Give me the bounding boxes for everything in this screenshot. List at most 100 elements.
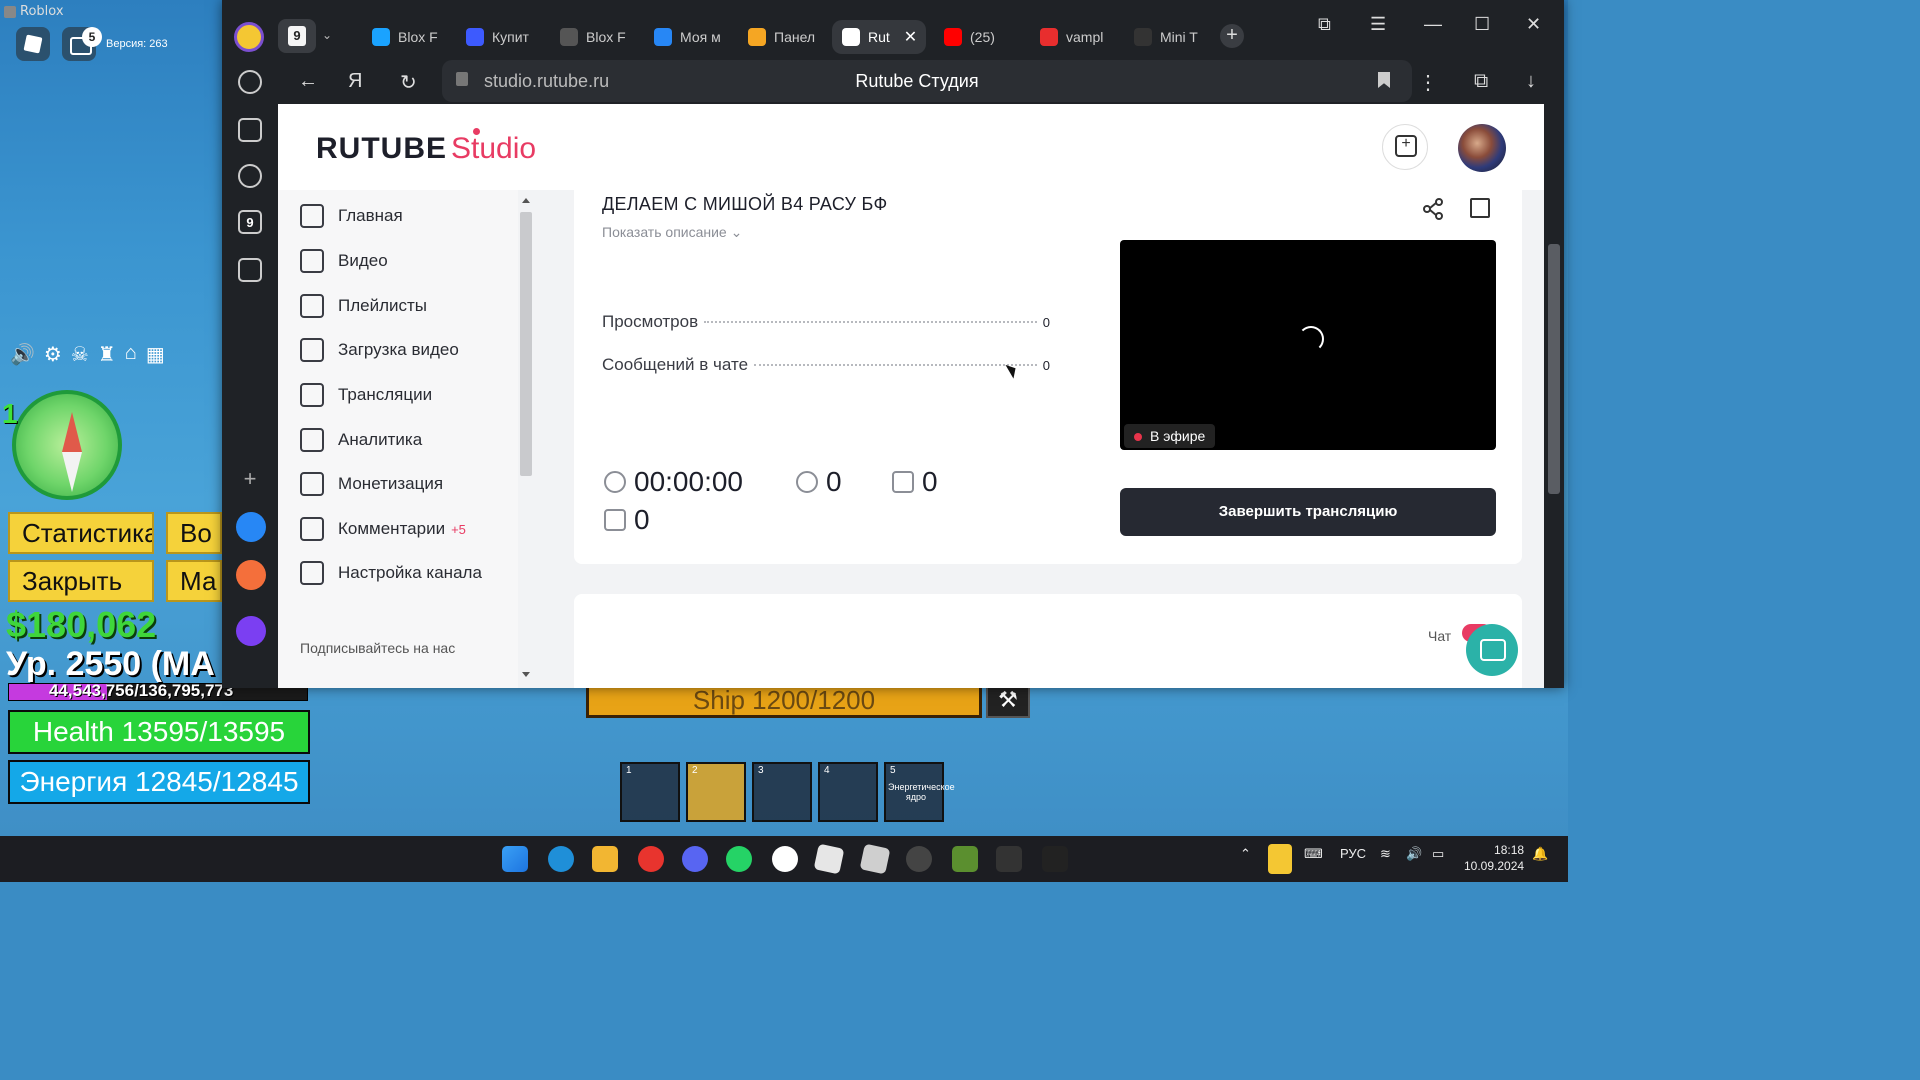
stats-button[interactable]: Статистика	[8, 512, 154, 554]
nav-item-monetization[interactable]: Монетизация	[300, 468, 443, 500]
share-icon[interactable]	[1422, 198, 1444, 220]
wifi-icon[interactable]: ≋	[1380, 846, 1391, 862]
chevron-up-icon[interactable]: ⌃	[1240, 846, 1251, 862]
nav-scrollbar[interactable]	[518, 198, 534, 684]
roblox-icon[interactable]	[813, 843, 845, 875]
coin-icon	[300, 472, 324, 496]
compass-needle-north	[62, 412, 82, 452]
nav-item-streams[interactable]: Трансляции	[300, 379, 432, 411]
clock[interactable]: 18:18 10.09.2024	[1464, 842, 1524, 874]
tab[interactable]: (25)	[934, 20, 1020, 54]
close-button[interactable]: Закрыть	[8, 560, 154, 602]
add-icon[interactable]: +	[238, 468, 262, 492]
gift-icon[interactable]: ▦	[146, 342, 165, 367]
profile-avatar[interactable]	[234, 22, 264, 52]
language-indicator[interactable]: РУС	[1340, 846, 1366, 861]
sound-icon[interactable]: 🔊	[10, 342, 35, 367]
battery-icon[interactable]: ▭	[1432, 846, 1444, 862]
game-version: Версия: 263	[106, 38, 168, 50]
mail-icon[interactable]	[236, 560, 266, 590]
compass-level: 1	[2, 398, 18, 429]
yandex-icon[interactable]: Я	[348, 70, 362, 93]
tab-active[interactable]: Rut ✕	[832, 20, 926, 54]
roblox-menu-button[interactable]	[16, 27, 50, 61]
menu-icon[interactable]: ☰	[1370, 14, 1386, 35]
microphone-icon[interactable]	[1268, 844, 1292, 874]
minimize-icon[interactable]: —	[1424, 14, 1442, 35]
video-player[interactable]: В эфире	[1120, 240, 1496, 450]
edge-icon[interactable]	[548, 846, 574, 872]
external-link-icon[interactable]	[1470, 198, 1490, 218]
yandex-icon[interactable]	[772, 846, 798, 872]
tab[interactable]: Mini T	[1124, 20, 1208, 54]
play-icon[interactable]	[238, 164, 262, 188]
gear-icon[interactable]: ⚙	[44, 342, 62, 367]
alice-icon[interactable]	[236, 616, 266, 646]
support-chat-button[interactable]	[1466, 624, 1518, 676]
nav-item-playlists[interactable]: Плейлисты	[300, 290, 427, 322]
partial-button-1[interactable]: Во	[166, 512, 222, 554]
nav-item-upload[interactable]: Загрузка видео	[300, 334, 459, 366]
new-tab-button[interactable]: +	[1220, 24, 1244, 48]
tab-group-button[interactable]: 9	[278, 19, 316, 53]
tab[interactable]: Моя м	[644, 20, 728, 54]
page-scrollbar[interactable]	[1544, 104, 1564, 688]
notification-icon[interactable]: 🔔	[1532, 846, 1548, 862]
volume-icon[interactable]: 🔊	[1406, 846, 1422, 862]
vk-icon[interactable]	[236, 512, 266, 542]
hotbar-slot[interactable]: 5 Энергетическое ядро	[884, 762, 955, 822]
nav-item-channel-settings[interactable]: Настройка канала	[300, 557, 482, 589]
screenshot-icon[interactable]	[238, 258, 262, 282]
tab[interactable]: Blox F	[362, 20, 446, 54]
end-stream-button[interactable]: Завершить трансляцию	[1120, 488, 1496, 536]
tab[interactable]: vampl	[1030, 20, 1114, 54]
tab[interactable]: Купит	[456, 20, 540, 54]
hotbar-slot[interactable]: 3	[752, 762, 812, 822]
close-window-icon[interactable]: ✕	[1526, 14, 1541, 35]
keyboard-icon[interactable]: ⌨	[1304, 846, 1323, 862]
address-bar[interactable]: studio.rutube.ru Rutube Студия	[442, 60, 1412, 102]
explorer-icon[interactable]	[592, 846, 618, 872]
ip-app-icon[interactable]	[1042, 846, 1068, 872]
create-button[interactable]	[1382, 124, 1428, 170]
chevron-down-icon[interactable]: ⌄	[322, 28, 332, 42]
nav-item-home[interactable]: Главная	[300, 200, 403, 232]
reload-icon[interactable]: ↻	[400, 70, 417, 95]
rutube-studio-logo[interactable]: RUTUBE Studio	[316, 128, 536, 166]
extensions-icon[interactable]: ⧉	[1474, 70, 1488, 93]
history-icon[interactable]	[238, 70, 262, 94]
minecraft-icon[interactable]	[952, 846, 978, 872]
chat-toggle-label: Чат	[1428, 628, 1452, 644]
hotbar-slot[interactable]: 4	[818, 762, 878, 822]
roblox-window-title: Roblox	[4, 4, 64, 19]
roblox-studio-icon[interactable]	[859, 843, 891, 875]
nav-item-analytics[interactable]: Аналитика	[300, 424, 422, 456]
download-icon[interactable]: ↓	[1526, 70, 1536, 93]
start-icon[interactable]	[502, 846, 528, 872]
collections-icon[interactable]	[238, 118, 262, 142]
show-description-link[interactable]: Показать описание ⌄	[602, 224, 742, 241]
avatar[interactable]	[1458, 124, 1506, 172]
discord-icon[interactable]	[682, 846, 708, 872]
tab-favicon	[466, 28, 484, 46]
bookmarks-icon[interactable]: ⧉	[1318, 14, 1331, 35]
hotbar-slot[interactable]: 1	[620, 762, 680, 822]
hotbar-slot[interactable]: 2	[686, 762, 746, 822]
more-icon[interactable]: ⋮	[1418, 70, 1438, 95]
close-tab-icon[interactable]: ✕	[904, 27, 917, 47]
obs-icon[interactable]	[906, 846, 932, 872]
maximize-icon[interactable]: ☐	[1474, 14, 1490, 35]
whatsapp-icon[interactable]	[726, 846, 752, 872]
tab[interactable]: Панел	[738, 20, 822, 54]
tab[interactable]: Blox F	[550, 20, 634, 54]
app-icon[interactable]	[996, 846, 1022, 872]
nav-item-video[interactable]: Видео	[300, 245, 388, 277]
home-icon[interactable]: ⌂	[125, 342, 137, 367]
crew-icon[interactable]: ♜	[98, 342, 116, 367]
tabs-count-icon[interactable]: 9	[238, 210, 262, 234]
skull-icon[interactable]: ☠	[71, 342, 89, 367]
partial-button-2[interactable]: Ма	[166, 560, 222, 602]
back-icon[interactable]: ←	[298, 70, 318, 93]
yandex-browser-icon[interactable]	[638, 846, 664, 872]
nav-item-comments[interactable]: Комментарии +5	[300, 513, 466, 545]
